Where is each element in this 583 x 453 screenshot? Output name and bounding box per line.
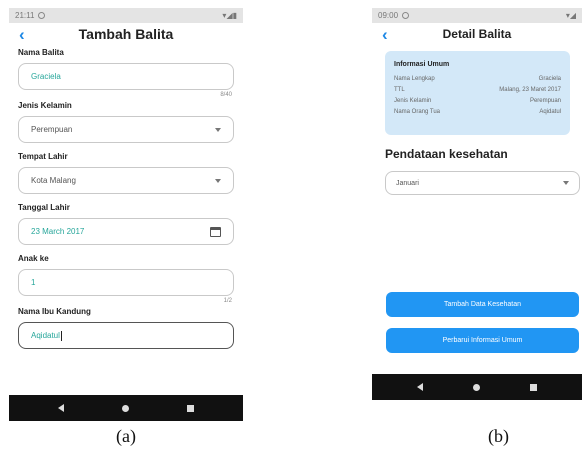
nama-balita-input[interactable]: Graciela	[18, 63, 234, 90]
text-cursor	[60, 330, 62, 341]
nama-balita-value: Graciela	[31, 72, 61, 81]
notification-icon	[402, 12, 410, 19]
nav-back-icon[interactable]	[417, 383, 423, 391]
chevron-down-icon	[563, 181, 569, 185]
tempat-lahir-select[interactable]: Kota Malang	[18, 167, 234, 194]
info-key: Nama Orang Tua	[394, 109, 441, 115]
nav-home-icon[interactable]	[122, 404, 129, 412]
status-time: 09:00	[378, 11, 399, 20]
status-bar: 09:00 ▾◢	[372, 8, 582, 23]
back-arrow-icon[interactable]: ‹	[19, 25, 25, 45]
anak-ke-counter: 1/2	[223, 298, 232, 304]
label-tanggal-lahir: Tanggal Lahir	[18, 203, 70, 212]
info-key: TTL	[394, 87, 405, 93]
phone-screen-add-child: 21:11 ▾◢▮ ‹ Tambah Balita Nama Balita Gr…	[9, 8, 243, 421]
label-anak-ke: Anak ke	[18, 254, 49, 263]
caption-a: (a)	[116, 426, 136, 446]
signal-battery-icons: ▾◢	[565, 11, 576, 20]
nav-back-icon[interactable]	[58, 404, 64, 412]
info-row: Jenis Kelamin Perempuan	[394, 96, 561, 107]
nama-ibu-value: Aqidatul	[31, 330, 60, 340]
anak-ke-input[interactable]: 1	[18, 269, 234, 296]
nav-home-icon[interactable]	[473, 383, 480, 391]
navigation-bar	[9, 395, 243, 421]
app-bar: ‹ Detail Balita	[372, 23, 582, 45]
section-title: Pendataan kesehatan	[385, 147, 508, 161]
tempat-lahir-value: Kota Malang	[31, 176, 76, 185]
status-time: 21:11	[15, 11, 35, 20]
nav-recents-icon[interactable]	[530, 383, 537, 391]
info-value: Perempuan	[529, 98, 561, 104]
nav-recents-icon[interactable]	[187, 404, 194, 412]
app-bar: ‹ Tambah Balita	[9, 23, 243, 45]
jenis-kelamin-select[interactable]: Perempuan	[18, 116, 234, 143]
chevron-down-icon	[215, 127, 221, 132]
tanggal-lahir-input[interactable]: 23 March 2017	[18, 218, 234, 245]
calendar-icon[interactable]	[210, 226, 221, 237]
card-title: Informasi Umum	[394, 61, 450, 68]
back-arrow-icon[interactable]: ‹	[382, 25, 388, 45]
info-value: Graciela	[538, 76, 561, 82]
info-value: Aqidatul	[539, 109, 561, 115]
nama-ibu-input[interactable]: Aqidatul	[18, 322, 234, 349]
status-bar: 21:11 ▾◢▮	[9, 8, 243, 23]
page-title: Detail Balita	[442, 27, 512, 41]
info-row: TTL Malang, 23 Maret 2017	[394, 85, 561, 96]
label-nama-ibu: Nama Ibu Kandung	[18, 307, 91, 316]
notification-icon	[38, 12, 46, 19]
info-key: Nama Lengkap	[394, 76, 435, 82]
general-info-card: Informasi Umum Nama Lengkap Graciela TTL…	[385, 51, 570, 135]
tanggal-lahir-value: 23 March 2017	[31, 227, 85, 236]
month-select[interactable]: Januari	[385, 171, 580, 195]
page-title: Tambah Balita	[78, 26, 174, 42]
month-select-value: Januari	[396, 179, 419, 187]
phone-screen-child-detail: 09:00 ▾◢ ‹ Detail Balita Informasi Umum …	[372, 8, 582, 400]
label-jenis-kelamin: Jenis Kelamin	[18, 101, 72, 110]
chevron-down-icon	[215, 178, 221, 183]
add-health-data-button[interactable]: Tambah Data Kesehatan	[386, 292, 579, 317]
info-key: Jenis Kelamin	[394, 98, 432, 104]
add-child-form: Nama Balita Graciela 8/40 Jenis Kelamin …	[9, 48, 243, 349]
info-row: Nama Lengkap Graciela	[394, 74, 561, 85]
caption-b: (b)	[488, 426, 509, 446]
jenis-kelamin-value: Perempuan	[31, 125, 73, 134]
label-nama-balita: Nama Balita	[18, 48, 64, 57]
navigation-bar	[372, 374, 582, 400]
info-value: Malang, 23 Maret 2017	[499, 87, 561, 93]
info-row: Nama Orang Tua Aqidatul	[394, 107, 561, 118]
nama-balita-counter: 8/40	[220, 92, 232, 98]
update-info-button[interactable]: Perbarui Informasi Umum	[386, 328, 579, 353]
anak-ke-value: 1	[31, 278, 36, 287]
signal-battery-icons: ▾◢▮	[222, 11, 237, 20]
label-tempat-lahir: Tempat Lahir	[18, 152, 68, 161]
